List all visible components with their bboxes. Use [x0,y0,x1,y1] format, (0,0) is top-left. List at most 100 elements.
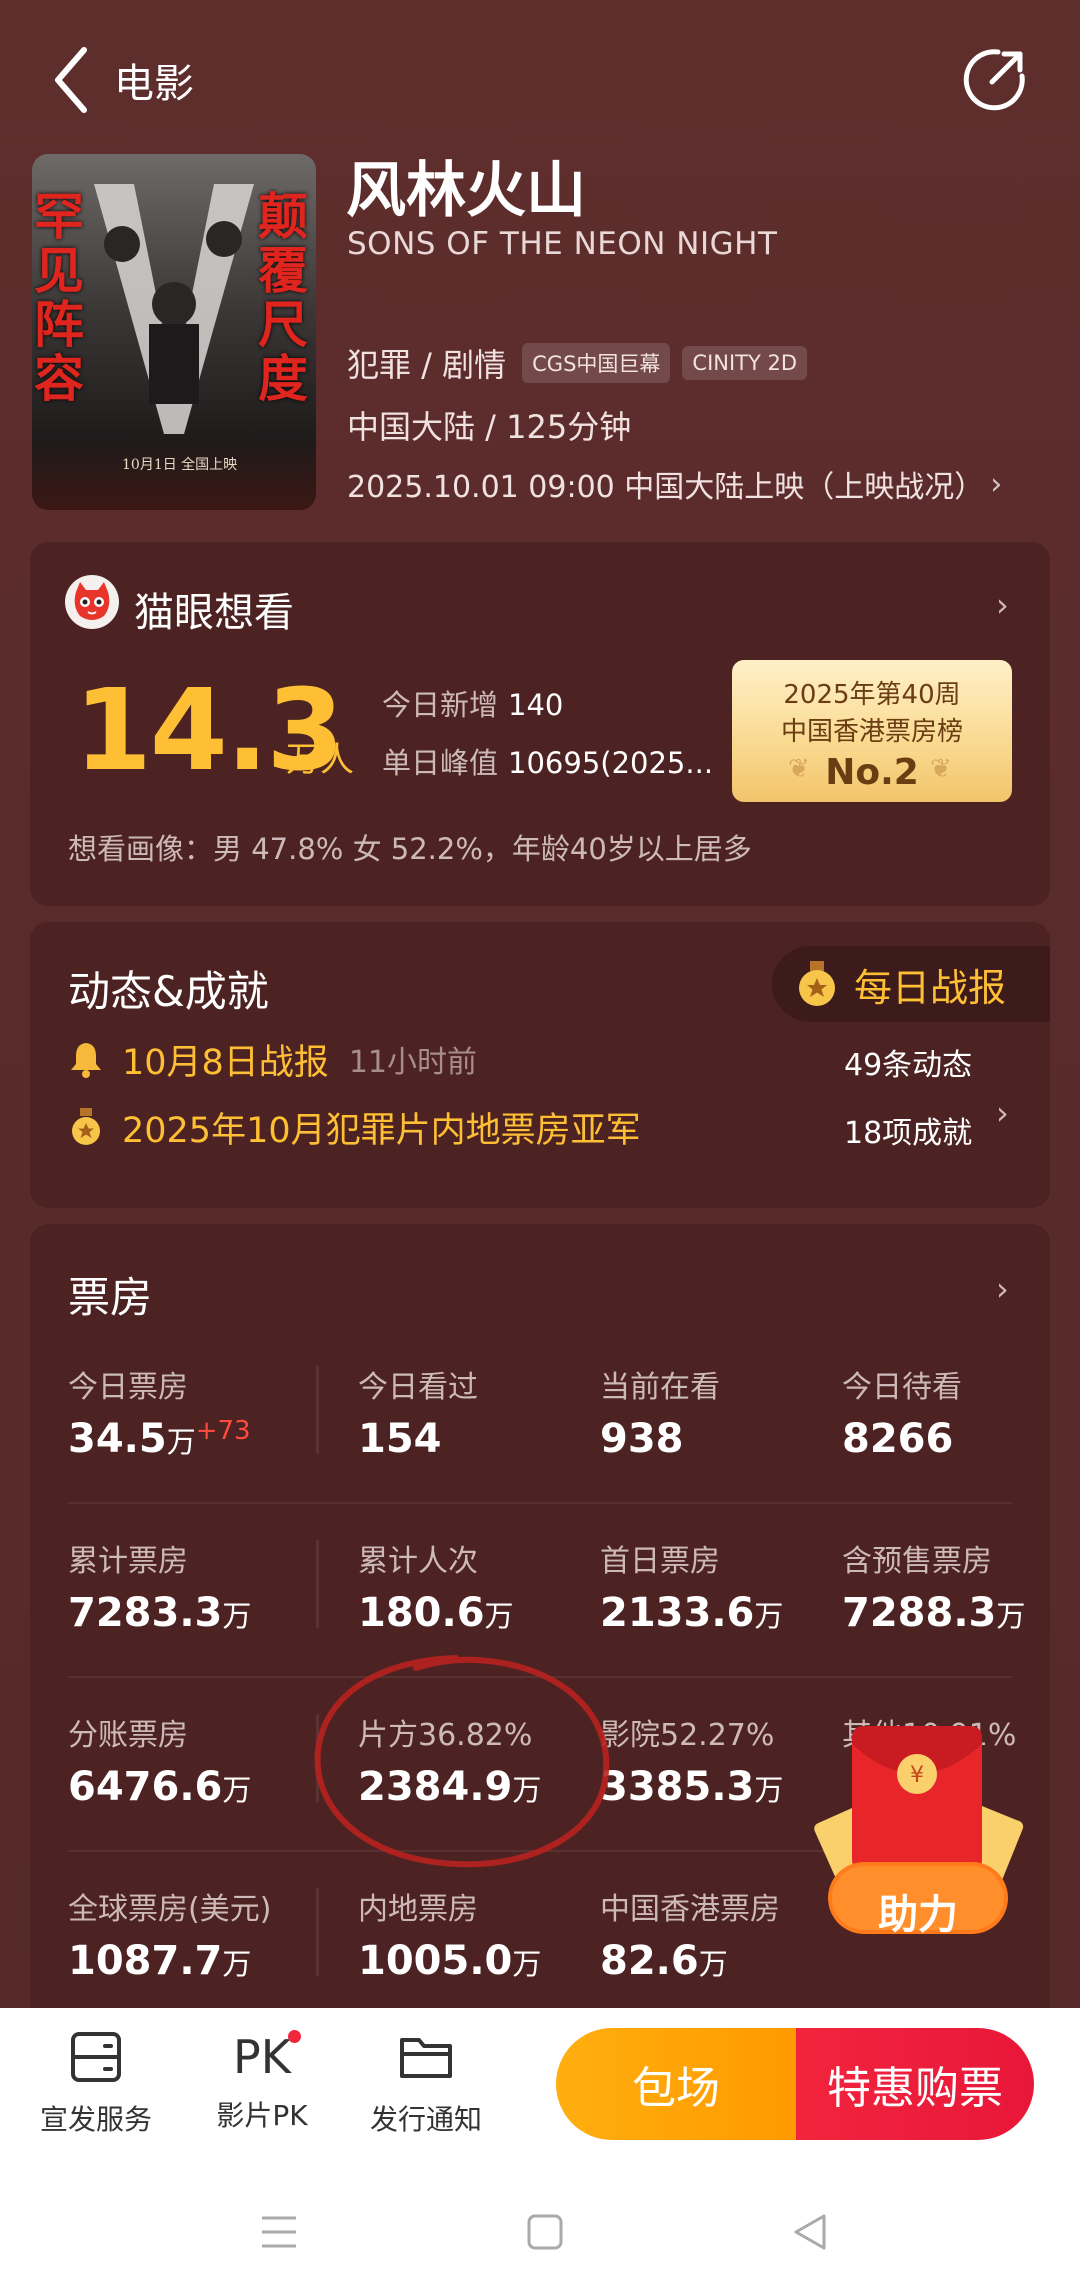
movie-pk-button[interactable]: PK 影片PK [192,2028,332,2134]
split-box-office: 分账票房 6476.6万 [68,1710,251,1810]
poster-right-text: 颠覆尺度 [258,187,308,408]
presale-box-office: 含预售票房 7288.3万 [842,1536,1025,1636]
bell-icon [71,1043,101,1078]
audience-portrait: 想看画像：男 47.8% 女 52.2%，年龄40岁以上居多 [68,832,752,866]
stat-value: 2133.6万 [600,1590,784,1636]
stat-value: 7288.3万 [842,1590,1026,1636]
format-tag: CINITY 2D [682,346,808,380]
peak-value: 10695(2025... [508,746,714,780]
today-to-watch: 今日待看 8266 [842,1362,962,1462]
today-watched: 今日看过 154 [358,1362,478,1462]
divider [68,1502,1012,1504]
achievement-row[interactable]: 2025年10月犯罪片内地票房亚军 [68,1102,641,1152]
stat-label: 累计人次 [358,1544,478,1579]
movie-title: 风林火山 [346,156,586,226]
stat-value: 82.6万 [600,1938,728,1984]
stat-label: 今日待看 [842,1370,962,1405]
laurel-left-icon: ❦ [788,754,810,784]
poster-left-text: 罕见阵容 [34,187,84,408]
services-button[interactable]: 宣发服务 [26,2028,166,2138]
stat-label: 影院52.27% [600,1718,775,1753]
box-office-title: 票房 [68,1273,153,1322]
pk-icon: PK [233,2028,301,2086]
mainland-box-office: 内地票房 1005.0万 [358,1884,541,1984]
now-watching: 当前在看 938 [600,1362,720,1462]
hand-drawn-circle-annotation [314,1655,610,1868]
back-triangle-icon[interactable] [790,2212,830,2252]
stat-label: 今日票房 [68,1370,188,1405]
folder-icon [400,2038,452,2078]
chevron-right-icon[interactable]: › [996,586,1009,624]
chevron-right-icon[interactable]: › [996,1270,1009,1308]
stat-label: 含预售票房 [842,1544,992,1579]
stat-value: 1087.7万 [68,1938,252,1984]
divider [316,1366,319,1454]
stat-value: 8266 [842,1416,954,1462]
notification-dot [287,2030,301,2043]
home-icon[interactable] [525,2212,565,2252]
cinema-share: 影院52.27% 3385.3万 [600,1710,783,1810]
dynamics-title: 动态&成就 [68,967,269,1016]
want-to-see-card[interactable]: 猫眼想看 › 14.3 万人 今日新增 140 单日峰值 10695(2025...… [30,542,1050,906]
stat-value: 7283.3万 [68,1590,252,1636]
genre-text: 犯罪 / 剧情 [347,346,507,384]
back-button[interactable]: 电影 [52,44,202,116]
peak-label: 单日峰值 [382,746,499,780]
global-box-office: 全球票房(美元) 1087.7万 [68,1884,271,1984]
daily-report-button[interactable]: 每日战报 [772,946,1050,1022]
menu-icon[interactable] [258,2214,300,2250]
buy-ticket-button[interactable]: 特惠购票 [796,2028,1034,2140]
stat-label: 今日看过 [358,1370,478,1405]
stat-label: 中国香港票房 [600,1892,780,1927]
system-nav-bar [0,2170,1080,2295]
today-new-stat: 今日新增 140 [382,682,563,724]
stat-label: 分账票房 [68,1718,188,1753]
stat-value: 34.5万+73 [68,1416,251,1462]
today-box-office: 今日票房 34.5万+73 [68,1362,251,1462]
first-day-box-office: 首日票房 2133.6万 [600,1536,783,1636]
genre-row: 犯罪 / 剧情 CGS中国巨幕 CINITY 2D [347,342,819,384]
release-info-link[interactable]: 2025.10.01 09:00 中国大陆上映（上映战况） › [347,462,1002,506]
red-packet-assist-button[interactable]: ¥ 助力 [806,1714,1030,1954]
release-text: 2025.10.01 09:00 中国大陆上映（上映战况） [347,470,985,505]
medal-icon [72,1108,100,1145]
achievement-text: 2025年10月犯罪片内地票房亚军 [122,1110,641,1151]
delta-badge: +73 [195,1416,251,1446]
share-icon[interactable] [962,46,1028,112]
stat-value: 154 [358,1416,442,1462]
chevron-right-icon[interactable]: › [996,1094,1009,1132]
achievement-count: 18项成就 [844,1116,973,1151]
laurel-right-icon: ❦ [930,754,952,784]
rank-week: 2025年第40周 [783,680,961,710]
news-time: 11小时前 [348,1045,477,1080]
stat-value: 3385.3万 [600,1764,784,1810]
medal-icon [799,961,835,1006]
server-icon [71,2032,121,2082]
maoyan-cat-icon [65,575,119,629]
book-screening-button[interactable]: 包场 [556,2028,796,2140]
services-label: 宣发服务 [39,2103,152,2136]
stat-label: 内地票房 [358,1892,478,1927]
movie-english-title: SONS OF THE NEON NIGHT [347,226,778,262]
divider [316,1888,319,1976]
rank-badge[interactable]: 2025年第40周 中国香港票房榜 No.2 ❦ ❦ [732,660,1012,802]
region-duration: 中国大陆 / 125分钟 [347,408,632,446]
peak-stat: 单日峰值 10695(2025... [382,740,762,782]
distribution-notice-button[interactable]: 发行通知 [356,2028,496,2138]
movie-poster[interactable]: 罕见阵容 颠覆尺度 10月1日 全国上映 [32,154,316,510]
stat-value: 1005.0万 [358,1938,542,1984]
stat-value: 6476.6万 [68,1764,252,1810]
today-new-value: 140 [508,688,564,722]
poster-tagline: 10月1日 全国上映 [122,457,238,473]
daily-report-label: 每日战报 [854,965,1007,1010]
dynamic-count: 49条动态 [844,1048,973,1083]
stat-value: 938 [600,1416,684,1462]
notice-label: 发行通知 [369,2103,482,2136]
total-box-office: 累计票房 7283.3万 [68,1536,251,1636]
want-count-unit: 万人 [286,740,354,780]
dynamics-card[interactable]: 动态&成就 每日战报 10月8日战报 11小时前 2025年10月犯罪片内地票房… [30,922,1050,1208]
svg-text:¥: ¥ [910,1763,924,1788]
stat-label: 当前在看 [600,1370,720,1405]
today-new-label: 今日新增 [382,688,499,722]
news-row[interactable]: 10月8日战报 11小时前 [68,1034,477,1084]
